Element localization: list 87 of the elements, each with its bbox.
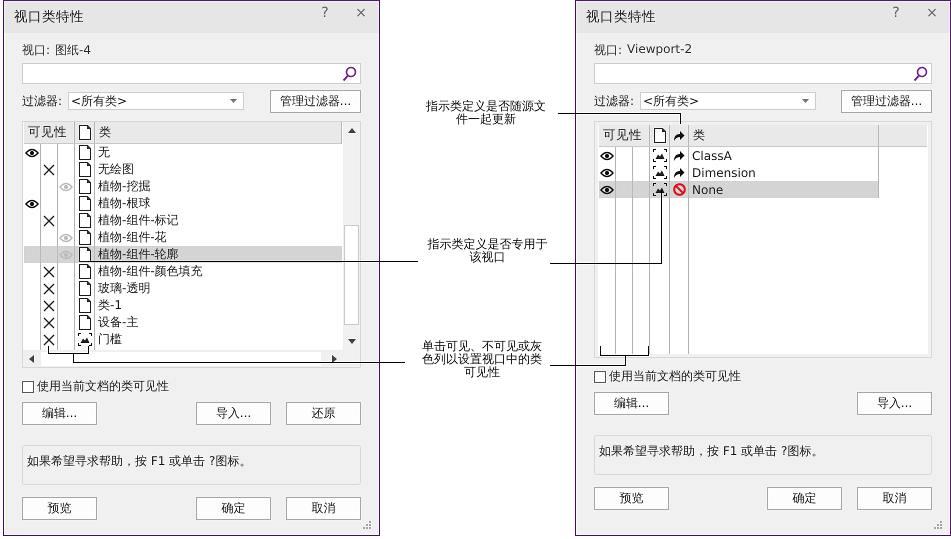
class-name: 类-1	[98, 297, 122, 314]
class-name: 植物-挖掘	[98, 178, 150, 195]
class-name: 植物-组件-轮廓	[98, 246, 179, 263]
callout-text: 单击可见、不可见或灰色列以设置视口中的类可见性	[421, 340, 543, 379]
search-field[interactable]	[22, 63, 361, 84]
resize-grip-icon	[934, 521, 942, 529]
resize-grip-icon	[363, 521, 371, 529]
class-name: ClassA	[692, 148, 732, 162]
dialog-button[interactable]: 取消	[857, 487, 932, 510]
vertical-scrollbar[interactable]	[343, 122, 360, 350]
dialog-button[interactable]: 取消	[286, 497, 361, 520]
class-name: 植物-组件-颜色填充	[98, 263, 203, 280]
scrollbar-thumb[interactable]	[41, 352, 321, 366]
list-row[interactable]: 设备-主	[24, 314, 342, 331]
viewport-name: 图纸-4	[55, 42, 92, 58]
class-name: 无绘图	[98, 161, 134, 178]
curved-arrow-icon	[673, 130, 685, 142]
dialog-button[interactable]: 确定	[196, 497, 271, 520]
class-name: 无	[98, 144, 110, 161]
dialog-button[interactable]: 预览	[594, 487, 669, 510]
filter-label: 过滤器:	[22, 92, 64, 110]
help-message: 如果希望寻求帮助，按 F1 或单击 ?图标。	[594, 435, 932, 475]
column-header[interactable]	[879, 125, 927, 147]
list-row[interactable]: None	[599, 181, 927, 198]
list-row[interactable]: 无	[24, 144, 342, 161]
up-arrow-icon	[348, 128, 356, 133]
filter-label: 过滤器:	[594, 92, 636, 110]
class-name: Dimension	[692, 166, 756, 180]
dialog-button[interactable]: 导入...	[196, 402, 271, 425]
column-header[interactable]: 类	[689, 125, 879, 147]
list-row[interactable]: 植物-组件-颜色填充	[24, 263, 342, 280]
left-arrow-icon	[29, 354, 34, 362]
dialog-button[interactable]: 预览	[22, 497, 97, 520]
manage-filters-button[interactable]: 管理过滤器...	[270, 90, 361, 112]
search-icon	[342, 66, 357, 82]
list-row[interactable]: ClassA	[599, 147, 927, 164]
document-icon	[654, 128, 666, 143]
class-name: 设备-主	[98, 314, 138, 331]
close-button[interactable]: ×	[914, 5, 950, 21]
list-row[interactable]: 类-1	[24, 297, 342, 314]
close-button[interactable]: ×	[343, 5, 379, 21]
checkbox-label: 使用当前文档的类可见性	[609, 368, 741, 385]
dialog-button[interactable]: 确定	[767, 487, 842, 510]
class-name: 植物-根球	[98, 195, 150, 212]
viewport-label: 视口:	[594, 42, 622, 58]
right-arrow-icon	[332, 354, 337, 362]
class-name: None	[692, 182, 724, 196]
down-arrow-icon	[348, 339, 356, 344]
class-name: 植物-组件-花	[98, 229, 167, 246]
column-header[interactable]: 可见性	[599, 125, 650, 147]
list-row[interactable]: 玻璃-透明	[24, 280, 342, 297]
class-name: 门槛	[98, 331, 122, 348]
column-header[interactable]: 类	[95, 122, 342, 144]
list-row[interactable]: 无绘图	[24, 161, 342, 178]
checkbox[interactable]	[594, 370, 606, 382]
class-name: 玻璃-透明	[98, 280, 150, 297]
window-title: 视口类特性	[586, 8, 657, 26]
list-row[interactable]: 门槛	[24, 331, 342, 348]
callout-text: 指示类定义是否专用于该视口	[426, 238, 548, 264]
document-icon	[78, 125, 90, 140]
class-name: 植物-组件-标记	[98, 212, 179, 229]
search-icon	[913, 66, 928, 82]
help-button[interactable]: ?	[878, 5, 914, 21]
manage-filters-button[interactable]: 管理过滤器...	[841, 90, 932, 112]
viewport-label: 视口:	[22, 42, 50, 58]
help-button[interactable]: ?	[307, 5, 343, 21]
list-row[interactable]: 植物-组件-轮廓	[24, 246, 342, 263]
checkbox-label: 使用当前文档的类可见性	[37, 378, 169, 395]
dialog-button[interactable]: 还原	[286, 402, 361, 425]
checkbox[interactable]	[22, 380, 34, 392]
help-message: 如果希望寻求帮助，按 F1 或单击 ?图标。	[22, 445, 361, 485]
filter-dropdown[interactable]: <所有类>	[68, 92, 244, 110]
dialog-button[interactable]: 编辑...	[22, 402, 97, 425]
search-field[interactable]	[594, 63, 932, 84]
list-row[interactable]: 植物-组件-标记	[24, 212, 342, 229]
scrollbar-thumb[interactable]	[344, 225, 359, 325]
dropdown-arrow-icon	[802, 99, 809, 103]
column-header[interactable]: 可见性	[24, 122, 75, 144]
dropdown-arrow-icon	[230, 99, 237, 103]
callout-text: 指示类定义是否随源文件一起更新	[425, 100, 547, 126]
dialog-button[interactable]: 编辑...	[594, 392, 669, 415]
list-row[interactable]: 植物-根球	[24, 195, 342, 212]
dialog-button[interactable]: 导入...	[857, 392, 932, 415]
viewport-name: Viewport-2	[627, 42, 692, 58]
window-title: 视口类特性	[14, 8, 85, 26]
list-row[interactable]: 植物-挖掘	[24, 178, 342, 195]
filter-dropdown[interactable]: <所有类>	[640, 92, 816, 110]
